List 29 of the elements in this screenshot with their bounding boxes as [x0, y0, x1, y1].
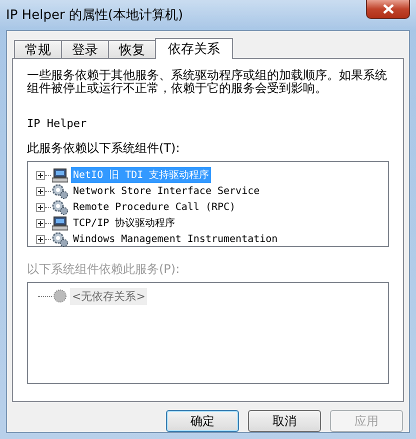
tree-item[interactable]: Windows Management Instrumentation [71, 232, 280, 246]
tab[interactable]: 登录 [61, 40, 109, 58]
window-title: IP Helper 的属性(本地计算机) [6, 7, 184, 24]
empty-icon [53, 289, 67, 303]
list-label: 以下系统组件依赖此服务(P): [27, 261, 181, 278]
service-name: IP Helper [27, 117, 88, 130]
dependency-tree[interactable]: NetIO 旧 TDI 支持驱动程序 Network Store Interface Service Remote Procedure Call (RPC) TCP/IP 协议驱动程序 Windows Management Instrumentation [27, 161, 389, 247]
expand-icon[interactable] [36, 234, 45, 244]
close-icon [382, 4, 394, 14]
expand-icon[interactable] [36, 202, 45, 212]
dialog-button[interactable]: 确定 [166, 410, 239, 432]
tab[interactable]: 恢复 [108, 40, 156, 58]
expand-icon[interactable] [36, 186, 45, 196]
gears-icon [52, 200, 68, 214]
computer-icon [52, 168, 68, 182]
expand-icon[interactable] [36, 218, 45, 228]
gears-icon [52, 184, 68, 198]
dialog-button[interactable]: 取消 [248, 410, 321, 432]
tree-item[interactable]: Remote Procedure Call (RPC) [71, 200, 238, 214]
computer-icon [52, 216, 68, 230]
close-button[interactable] [366, 0, 410, 19]
list-label: 此服务依赖以下系统组件(T): [27, 140, 181, 157]
expand-icon[interactable] [36, 170, 45, 180]
tree-item[interactable]: TCP/IP 协议驱动程序 [71, 215, 178, 231]
gears-icon [52, 232, 68, 246]
tab[interactable]: 常规 [14, 40, 62, 58]
tab[interactable]: 依存关系 [155, 38, 233, 59]
tree-item[interactable]: Network Store Interface Service [71, 184, 262, 198]
description-text: 一些服务依赖于其他服务、系统驱动程序或组的加载顺序。如果系统组件被停止或运行不正常，依赖于它的服务会受到影响。 [27, 69, 388, 95]
